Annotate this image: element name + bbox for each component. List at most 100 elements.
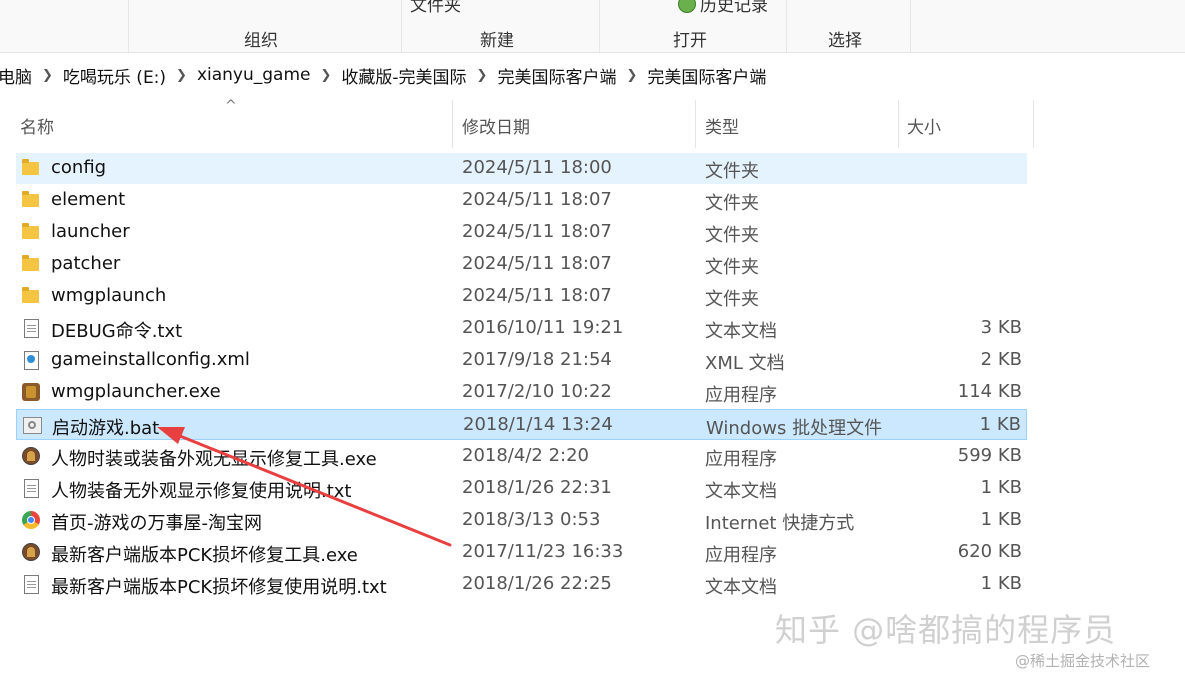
ribbon-group-open: 打开 [673,31,707,51]
repair-tool-icon [22,543,40,561]
folder-icon [22,223,40,241]
folder-icon [22,255,40,273]
file-size: 1 KB [979,414,1021,435]
breadcrumb-client-current[interactable]: 完美国际客户端 [641,63,772,88]
ribbon-group-select: 选择 [828,31,862,51]
file-type: 文件夹 [705,225,759,246]
file-date: 2024/5/11 18:07 [462,285,612,306]
file-type: 文本文档 [705,321,777,342]
file-size: 1 KB [980,573,1022,594]
breadcrumb-xianyu-game[interactable]: xianyu_game [191,65,317,85]
file-row[interactable]: patcher 2024/5/11 18:07 文件夹 [16,249,1027,280]
file-size: 2 KB [980,349,1022,370]
file-row[interactable]: launcher 2024/5/11 18:07 文件夹 [16,217,1027,248]
file-type: Windows 批处理文件 [706,418,883,439]
column-divider[interactable] [1033,100,1034,148]
file-name: 人物装备无外观显示修复使用说明.txt [51,481,352,502]
file-name: wmgplaunch [51,285,167,306]
file-date: 2018/1/26 22:31 [462,477,612,498]
file-row-selected[interactable]: 启动游戏.bat 2018/1/14 13:24 Windows 批处理文件 1… [16,409,1027,440]
ribbon-divider [599,0,600,52]
file-row[interactable]: 最新客户端版本PCK损坏修复使用说明.txt 2018/1/26 22:25 文… [16,569,1027,600]
text-file-icon [22,575,40,594]
ribbon-group-organize: 组织 [244,31,278,51]
file-row[interactable]: wmgplaunch 2024/5/11 18:07 文件夹 [16,281,1027,312]
file-type: 文件夹 [705,257,759,278]
column-divider[interactable] [695,100,696,148]
folder-icon [22,191,40,209]
file-name: 最新客户端版本PCK损坏修复工具.exe [51,545,358,566]
xml-file-icon [22,351,40,370]
file-size: 114 KB [957,381,1022,402]
column-divider[interactable] [898,100,899,148]
ribbon-history-button[interactable]: 历史记录 [678,0,768,16]
file-row[interactable]: 人物装备无外观显示修复使用说明.txt 2018/1/26 22:31 文本文档… [16,473,1027,504]
file-type: 文件夹 [705,193,759,214]
file-size: 620 KB [957,541,1022,562]
file-name: element [51,189,126,210]
breadcrumb-collection[interactable]: 收藏版-完美国际 [335,63,472,88]
file-date: 2024/5/11 18:07 [462,221,612,242]
folder-icon [22,287,40,305]
file-row[interactable]: element 2024/5/11 18:07 文件夹 [16,185,1027,216]
file-type: Internet 快捷方式 [705,513,855,534]
file-row[interactable]: config 2024/5/11 18:00 文件夹 [16,153,1027,184]
ribbon-group-new: 新建 [480,31,514,51]
batch-file-icon [23,416,42,434]
file-type: 文件夹 [705,161,759,182]
folder-icon [22,159,40,177]
file-date: 2024/5/11 18:00 [462,157,612,178]
file-name: 启动游戏.bat [52,418,160,439]
file-row[interactable]: DEBUG命令.txt 2016/10/11 19:21 文本文档 3 KB [16,313,1027,344]
ribbon-divider [786,0,787,52]
breadcrumb-client[interactable]: 完美国际客户端 [491,63,622,88]
exe-icon [22,383,40,401]
chevron-right-icon[interactable]: ❯ [38,68,57,83]
file-date: 2024/5/11 18:07 [462,253,612,274]
file-type: 应用程序 [705,385,777,406]
text-file-icon [22,479,40,498]
history-icon [678,0,696,13]
file-name: 首页-游戏の万事屋-淘宝网 [51,513,262,534]
file-row[interactable]: gameinstallconfig.xml 2017/9/18 21:54 XM… [16,345,1027,376]
file-row[interactable]: wmgplauncher.exe 2017/2/10 10:22 应用程序 11… [16,377,1027,408]
chevron-right-icon[interactable]: ❯ [473,68,492,83]
file-row[interactable]: 人物时装或装备外观无显示修复工具.exe 2018/4/2 2:20 应用程序 … [16,441,1027,472]
ribbon: 文件夹 历史记录 组织 新建 打开 选择 [0,0,1185,53]
file-size: 599 KB [957,445,1022,466]
file-row[interactable]: 首页-游戏の万事屋-淘宝网 2018/3/13 0:53 Internet 快捷… [16,505,1027,536]
column-header-type[interactable]: 类型 [705,113,739,138]
ribbon-divider [401,0,402,52]
file-type: 应用程序 [705,449,777,470]
file-name: config [51,157,107,178]
column-divider[interactable] [452,100,453,148]
address-bar[interactable]: 电脑 ❯ 吃喝玩乐 (E:) ❯ xianyu_game ❯ 收藏版-完美国际 … [0,56,1185,94]
web-shortcut-icon [22,511,40,529]
column-header-size[interactable]: 大小 [907,113,941,138]
file-name: wmgplauncher.exe [51,381,221,402]
ribbon-divider [910,0,911,52]
ribbon-divider [128,0,129,52]
column-header-row: ^ 名称 修改日期 类型 大小 [0,98,1185,148]
column-header-date[interactable]: 修改日期 [462,113,530,138]
file-date: 2018/4/2 2:20 [462,445,589,466]
chevron-right-icon[interactable]: ❯ [317,68,336,83]
sort-ascending-icon: ^ [225,98,237,114]
ribbon-folder-label[interactable]: 文件夹 [410,0,461,16]
file-row[interactable]: 最新客户端版本PCK损坏修复工具.exe 2017/11/23 16:33 应用… [16,537,1027,568]
chevron-right-icon[interactable]: ❯ [622,68,641,83]
text-file-icon [22,319,40,338]
file-date: 2018/1/26 22:25 [462,573,612,594]
file-type: 文件夹 [705,289,759,310]
file-type: 文本文档 [705,577,777,598]
file-name: 最新客户端版本PCK损坏修复使用说明.txt [51,577,387,598]
file-name: gameinstallconfig.xml [51,349,250,370]
file-type: 文本文档 [705,481,777,502]
chevron-right-icon[interactable]: ❯ [172,68,191,83]
file-date: 2018/3/13 0:53 [462,509,601,530]
breadcrumb-drive-e[interactable]: 吃喝玩乐 (E:) [57,63,172,88]
file-size: 3 KB [980,317,1022,338]
watermark-zhihu: 知乎 @啥都搞的程序员 [775,611,1117,649]
breadcrumb-this-pc[interactable]: 电脑 [0,63,38,88]
column-header-name[interactable]: 名称 [20,113,54,138]
